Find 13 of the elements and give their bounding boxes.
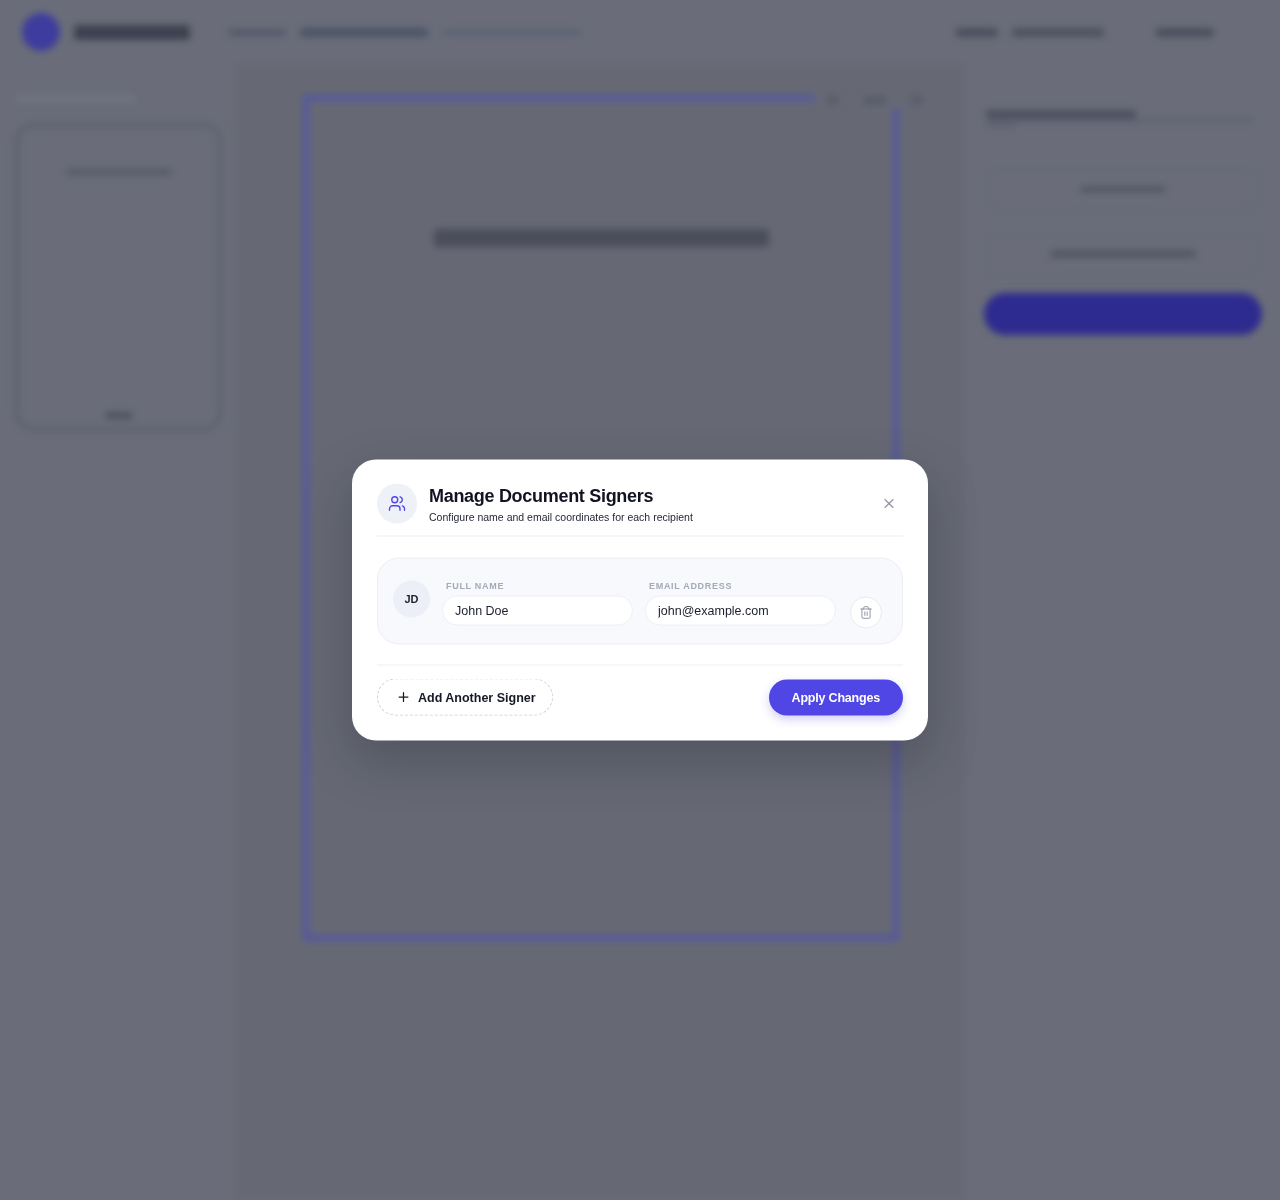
dialog-title: Manage Document Signers — [429, 485, 655, 506]
signer-initials-avatar: JD — [393, 580, 430, 617]
users-icon — [377, 483, 417, 524]
email-field[interactable]: john@example.com — [645, 595, 836, 625]
full-name-field[interactable]: John Doe — [442, 595, 633, 625]
add-signer-button[interactable]: Add Another Signer — [377, 678, 553, 716]
plus-icon — [396, 689, 411, 705]
apply-changes-button[interactable]: Apply Changes — [768, 679, 903, 715]
field-label: EMAIL ADDRESS — [648, 580, 734, 590]
dialog-subtitle: Configure name and email coordinates for each recipient — [429, 510, 694, 522]
delete-signer-button[interactable] — [850, 596, 882, 629]
field-label: FULL NAME — [445, 580, 506, 590]
trash-icon — [859, 605, 873, 620]
